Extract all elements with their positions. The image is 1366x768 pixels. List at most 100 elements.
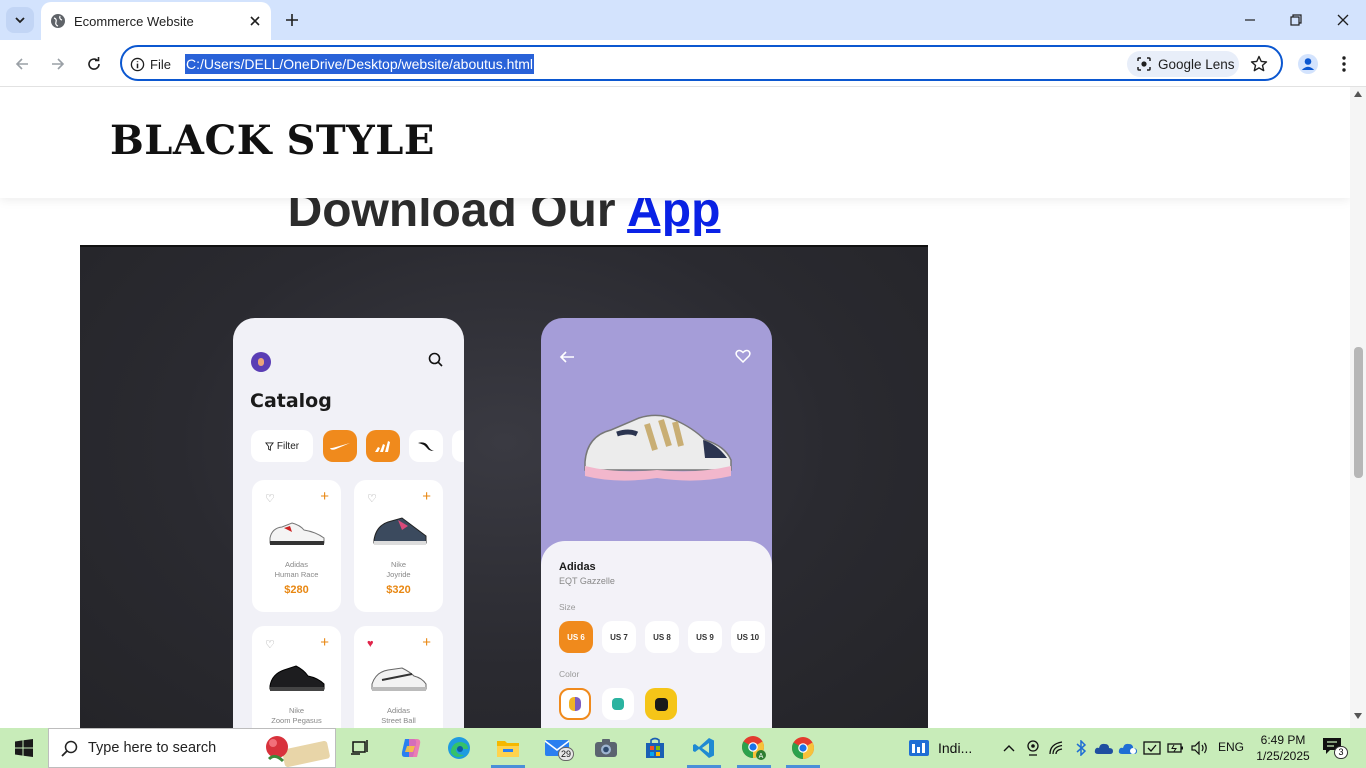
brand-chip-adidas — [366, 430, 400, 462]
size-option: US 10 — [731, 621, 765, 653]
adidas-logo-icon — [375, 441, 390, 452]
phone-detail-screen: Adidas EQT Gazzelle Size US 6 US 7 US 8 … — [541, 318, 772, 728]
address-bar[interactable]: File C:/Users/DELL/OneDrive/Desktop/webs… — [120, 45, 1283, 81]
bookmark-button[interactable] — [1247, 52, 1271, 76]
vscode-icon — [693, 738, 714, 758]
taskbar-news-widget[interactable]: Indi... — [908, 728, 990, 768]
chrome-icon: A — [742, 736, 766, 760]
tray-network[interactable] — [1047, 738, 1067, 758]
close-icon — [1337, 14, 1349, 26]
tray-onedrive-sync[interactable] — [1118, 738, 1138, 758]
color-option-teal — [602, 688, 634, 720]
onedrive-icon — [1094, 743, 1113, 754]
browser-menu-button[interactable] — [1330, 50, 1358, 78]
color-option-black — [645, 688, 677, 720]
scroll-up-arrow-icon[interactable] — [1354, 91, 1362, 97]
shoe-image — [269, 522, 325, 545]
taskbar-chrome-profile[interactable]: A — [731, 728, 777, 768]
size-label: Size — [559, 602, 576, 612]
product-name: Nike Joyride — [386, 560, 411, 579]
start-button[interactable] — [0, 728, 48, 768]
minimize-button[interactable] — [1227, 6, 1273, 34]
heart-filled-icon: ♥ — [367, 638, 374, 650]
reload-button[interactable] — [80, 50, 108, 78]
site-brand-logo[interactable]: BLACK STYLE — [110, 117, 435, 164]
tray-device[interactable] — [1142, 738, 1162, 758]
size-option: US 6 — [559, 621, 593, 653]
lens-icon — [1137, 57, 1151, 71]
filter-chip: Filter — [251, 430, 313, 462]
product-brand: Adidas — [559, 561, 596, 573]
taskbar-camera[interactable] — [583, 728, 629, 768]
new-tab-button[interactable] — [280, 8, 304, 32]
plus-icon: + — [320, 488, 329, 505]
task-view-button[interactable] — [337, 728, 383, 768]
taskbar-mail[interactable]: 29 — [534, 728, 580, 768]
search-icon — [61, 740, 78, 757]
site-info-button[interactable]: File — [130, 54, 171, 74]
tab-search-button[interactable] — [6, 7, 34, 33]
tray-overflow-button[interactable] — [999, 738, 1019, 758]
taskbar-store[interactable] — [632, 728, 678, 768]
news-widget-label: Indi... — [938, 740, 973, 756]
mail-badge: 29 — [558, 747, 574, 761]
product-name: Adidas Human Race — [274, 560, 319, 579]
scrollbar-thumb[interactable] — [1354, 347, 1363, 478]
url-text[interactable]: C:/Users/DELL/OneDrive/Desktop/website/a… — [185, 54, 535, 74]
reload-icon — [88, 57, 100, 70]
browser-tab[interactable]: Ecommerce Website — [41, 2, 271, 40]
tray-onedrive[interactable] — [1094, 738, 1114, 758]
google-lens-button[interactable]: Google Lens — [1127, 51, 1239, 77]
scroll-down-arrow-icon[interactable] — [1354, 713, 1362, 719]
profile-button[interactable] — [1294, 50, 1322, 78]
tray-battery[interactable] — [1166, 738, 1186, 758]
clock-time: 6:49 PM — [1260, 733, 1306, 747]
taskbar-clock[interactable]: 6:49 PM 1/25/2025 — [1253, 732, 1313, 764]
webcam-icon — [1027, 740, 1039, 756]
taskbar-vscode[interactable] — [681, 728, 727, 768]
cloud-sync-icon — [1118, 743, 1137, 754]
size-option: US 7 — [602, 621, 636, 653]
search-icon — [428, 352, 443, 367]
brand-chip-nike — [323, 430, 357, 462]
close-window-button[interactable] — [1320, 6, 1366, 34]
page-viewport: BLACK STYLE Download Our App Catalog Fil… — [0, 87, 1350, 728]
browser-tab-strip: Ecommerce Website — [0, 0, 1366, 40]
plus-icon: + — [422, 488, 431, 505]
forward-button[interactable] — [44, 50, 72, 78]
tray-volume[interactable] — [1190, 738, 1210, 758]
taskbar-edge[interactable] — [436, 728, 482, 768]
taskbar-copilot[interactable] — [388, 728, 434, 768]
taskbar-file-explorer[interactable] — [485, 728, 531, 768]
svg-text:A: A — [759, 753, 764, 760]
battery-plug-icon — [1167, 743, 1183, 753]
taskbar-search-box[interactable]: Type here to search — [48, 728, 336, 768]
folder-icon — [497, 741, 519, 757]
back-button[interactable] — [8, 50, 36, 78]
product-detail-sheet: Adidas EQT Gazzelle Size US 6 US 7 US 8 … — [541, 541, 772, 728]
tray-bluetooth[interactable] — [1071, 738, 1091, 758]
notification-center-button[interactable]: 3 — [1322, 737, 1348, 759]
restore-icon — [1290, 14, 1302, 26]
plus-icon: + — [320, 634, 329, 651]
volume-icon — [1191, 741, 1207, 755]
puma-logo-icon — [418, 442, 434, 451]
arrow-left-icon — [15, 58, 28, 70]
clock-date: 1/25/2025 — [1256, 749, 1310, 763]
product-name: Nike Zoom Pegasus — [271, 706, 322, 725]
restore-button[interactable] — [1273, 6, 1319, 34]
notification-count-badge: 3 — [1334, 746, 1348, 759]
tab-close-button[interactable] — [243, 9, 267, 33]
chevron-down-icon — [15, 17, 25, 24]
taskbar-chrome[interactable] — [780, 728, 826, 768]
page-scrollbar[interactable] — [1350, 87, 1366, 728]
input-language[interactable]: ENG — [1218, 740, 1244, 754]
nike-logo-icon — [330, 443, 350, 450]
camera-icon — [595, 739, 617, 757]
minimize-icon — [1245, 19, 1255, 21]
product-model: EQT Gazzelle — [559, 576, 615, 586]
info-icon — [130, 57, 145, 71]
filter-label: Filter — [276, 440, 300, 452]
more-vert-icon — [1342, 56, 1346, 72]
tray-meet-now[interactable] — [1023, 738, 1043, 758]
